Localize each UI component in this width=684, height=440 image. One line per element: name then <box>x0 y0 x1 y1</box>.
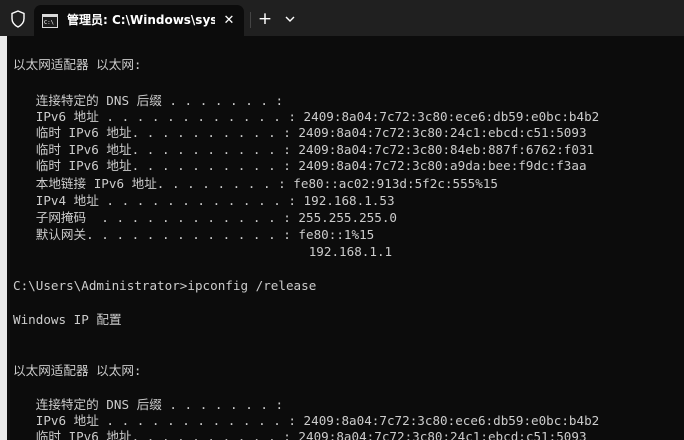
console-line: IPv6 地址 . . . . . . . . . . . . : 2409:8… <box>13 109 600 124</box>
tab-cmd[interactable]: C:\ 管理员: C:\Windows\system32\cmd.exe ✕ <box>34 5 244 36</box>
tab-divider <box>250 12 251 28</box>
new-tab-button[interactable]: + <box>255 9 275 29</box>
console-line: 连接特定的 DNS 后缀 . . . . . . . : <box>13 93 284 108</box>
console-line: 默认网关. . . . . . . . . . . . . : fe80::1%… <box>13 227 375 242</box>
svg-text:C:\: C:\ <box>44 20 54 26</box>
console-line: 本地链接 IPv6 地址. . . . . . . . : fe80::ac02… <box>13 176 498 191</box>
console-line: 临时 IPv6 地址. . . . . . . . . . : 2409:8a0… <box>13 429 587 440</box>
title-bar: C:\ 管理员: C:\Windows\system32\cmd.exe ✕ + <box>0 0 684 36</box>
cmd-icon: C:\ <box>42 13 58 28</box>
console-line: C:\Users\Administrator>ipconfig /release <box>13 278 317 293</box>
console-line: 子网掩码 . . . . . . . . . . . . : 255.255.2… <box>13 210 397 225</box>
tab-title: 管理员: C:\Windows\system32\cmd.exe <box>67 13 215 27</box>
console-line: 临时 IPv6 地址. . . . . . . . . . : 2409:8a0… <box>13 142 595 157</box>
console-line: IPv6 地址 . . . . . . . . . . . . : 2409:8… <box>13 413 600 428</box>
console-line: 以太网适配器 以太网: <box>13 57 142 72</box>
background-window-edge <box>0 0 7 440</box>
console-line: 192.168.1.1 <box>13 244 393 259</box>
console-line: 连接特定的 DNS 后缀 . . . . . . . : <box>13 397 284 412</box>
terminal-window: C:\ 管理员: C:\Windows\system32\cmd.exe ✕ +… <box>0 0 684 440</box>
console-output[interactable]: 以太网适配器 以太网: 连接特定的 DNS 后缀 . . . . . . . :… <box>7 36 684 440</box>
console-line: Windows IP 配置 <box>13 312 122 327</box>
close-tab-button[interactable]: ✕ <box>221 13 237 29</box>
console-line: 以太网适配器 以太网: <box>13 363 142 378</box>
console-line: 临时 IPv6 地址. . . . . . . . . . : 2409:8a0… <box>13 158 587 173</box>
chevron-down-icon[interactable] <box>282 10 298 28</box>
console-line: IPv4 地址 . . . . . . . . . . . . : 192.16… <box>13 193 395 208</box>
console-line: 临时 IPv6 地址. . . . . . . . . . : 2409:8a0… <box>13 125 587 140</box>
shield-icon <box>11 10 25 28</box>
